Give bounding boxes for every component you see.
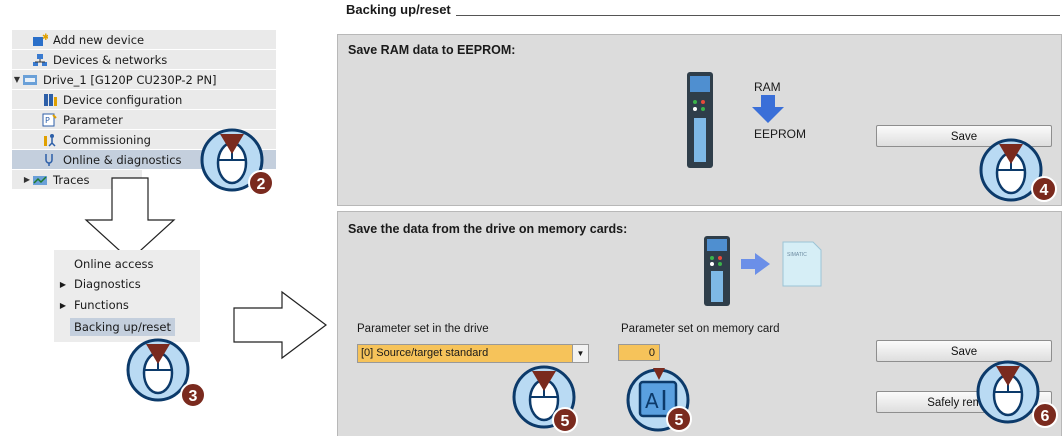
- ram-label: RAM: [754, 80, 781, 94]
- step-badge: 3: [180, 382, 206, 408]
- svg-text:✱: ✱: [42, 33, 48, 43]
- drive-icon: [22, 73, 38, 87]
- right-arrow-blue-icon: [741, 253, 770, 275]
- traces-icon: [32, 173, 48, 187]
- group-title: Save RAM data to EEPROM:: [348, 43, 516, 57]
- expand-arrow-icon[interactable]: ▼: [12, 75, 22, 84]
- menu-item-diagnostics[interactable]: ▶ Diagnostics: [54, 274, 200, 294]
- online-diagnostics-icon: [42, 153, 58, 167]
- param-drive-label: Parameter set in the drive: [357, 323, 489, 335]
- menu-item-functions[interactable]: ▶ Functions: [54, 295, 200, 315]
- callout-3: 3: [126, 328, 206, 411]
- drive-unit-icon: [687, 72, 713, 168]
- device-config-icon: [42, 93, 58, 107]
- tree-item-drive-1[interactable]: ▼ Drive_1 [G120P CU230P-2 PN]: [12, 70, 276, 90]
- step-badge: 6: [1032, 402, 1058, 428]
- collapse-arrow-icon[interactable]: ▶: [22, 175, 32, 184]
- network-icon: [32, 53, 48, 67]
- tree-item-device-configuration[interactable]: Device configuration: [12, 90, 276, 110]
- callout-5-mouse: 5: [512, 355, 584, 438]
- memory-card-icon: SIMATIC: [782, 241, 822, 287]
- callout-6: 6: [976, 350, 1058, 433]
- step-badge: 5: [666, 406, 692, 432]
- step-badge: 5: [552, 407, 578, 433]
- svg-text:P: P: [45, 116, 50, 125]
- callout-2: 2: [200, 118, 274, 201]
- title-divider: [456, 15, 1060, 16]
- step-badge: 4: [1031, 176, 1057, 202]
- tree-item-add-new-device[interactable]: ✱ Add new device: [12, 30, 276, 50]
- parameter-icon: P: [42, 113, 58, 127]
- right-arrow-icon: [233, 290, 327, 360]
- group-title: Save the data from the drive on memory c…: [348, 222, 628, 236]
- submenu-arrow-icon: ▶: [59, 300, 66, 310]
- drive-unit-icon: [704, 236, 730, 306]
- commissioning-icon: [42, 133, 58, 147]
- param-card-label: Parameter set on memory card: [621, 323, 780, 335]
- menu-item-online-access[interactable]: Online access: [54, 254, 200, 274]
- svg-text:A: A: [645, 389, 659, 413]
- dropdown-value: [0] Source/target standard: [361, 347, 489, 359]
- callout-5-keyboard: A 5: [626, 364, 698, 439]
- tree-item-devices-networks[interactable]: Devices & networks: [12, 50, 276, 70]
- eeprom-label: EEPROM: [754, 127, 807, 141]
- add-device-icon: ✱: [32, 33, 50, 47]
- callout-4: 4: [979, 128, 1057, 211]
- step-badge: 2: [248, 170, 274, 196]
- svg-text:SIMATIC: SIMATIC: [787, 252, 807, 258]
- submenu-arrow-icon: ▶: [59, 279, 66, 289]
- page-title: Backing up/reset: [346, 2, 451, 17]
- memory-card-set-field[interactable]: 0: [618, 344, 660, 361]
- down-arrow-blue-icon: [752, 95, 784, 123]
